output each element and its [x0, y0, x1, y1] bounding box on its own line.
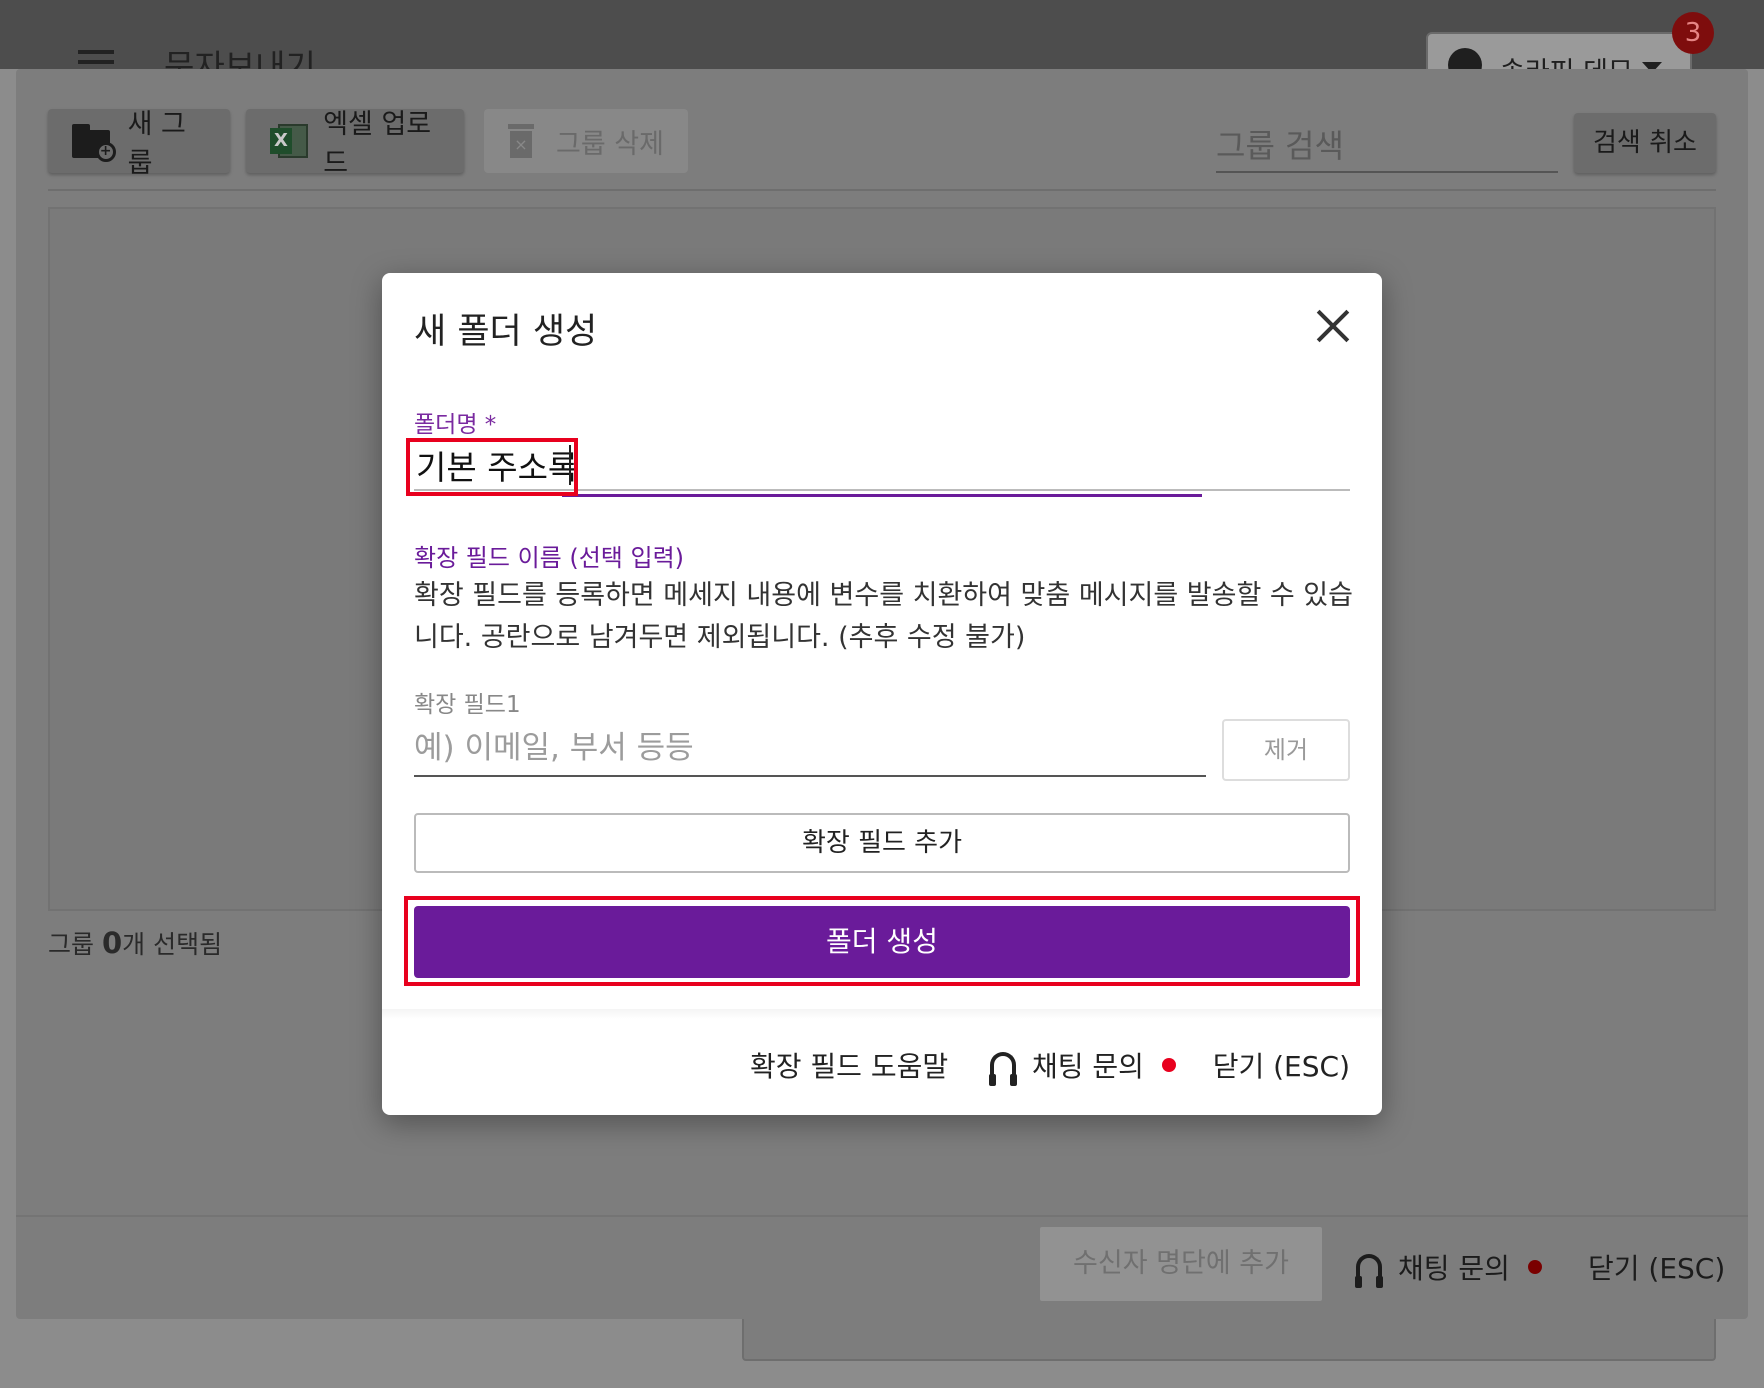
- trash-icon: ×: [508, 124, 534, 158]
- hamburger-menu-icon[interactable]: [78, 50, 114, 64]
- panel-close-button[interactable]: 닫기 (ESC): [1588, 1247, 1725, 1287]
- excel-icon: X: [270, 122, 308, 160]
- selected-count: 그룹 0개 선택됨: [48, 926, 223, 960]
- extension-field-help-link[interactable]: 확장 필드 도움말: [750, 1045, 948, 1085]
- delete-group-button[interactable]: × 그룹 삭제: [484, 109, 688, 173]
- folder-plus-icon: +: [72, 124, 116, 162]
- status-dot: [1161, 1058, 1176, 1072]
- chat-inquiry-label: 채팅 문의: [1032, 1050, 1144, 1083]
- modal-footer-divider: [382, 1009, 1382, 1019]
- extension-field-1-input[interactable]: [414, 721, 1206, 777]
- app-header: 문자보내기 솔라피 데모 3: [0, 0, 1764, 92]
- chat-inquiry-button[interactable]: 채팅 문의: [989, 1045, 1176, 1086]
- modal-close-button[interactable]: 닫기 (ESC): [1213, 1045, 1350, 1085]
- search-cancel-button[interactable]: 검색 취소: [1574, 113, 1716, 173]
- add-recipients-button[interactable]: 수신자 명단에 추가: [1040, 1227, 1322, 1301]
- excel-upload-label: 엑셀 업로드: [323, 109, 432, 179]
- headset-icon: [989, 1052, 1017, 1086]
- group-search-input[interactable]: 그룹 검색: [1216, 117, 1558, 173]
- close-icon[interactable]: [1316, 309, 1350, 343]
- new-group-label: 새 그룹: [127, 109, 186, 179]
- folder-name-label: 폴더명 *: [414, 412, 497, 438]
- toolbar-divider: [48, 189, 1716, 191]
- input-focus-line: [562, 494, 1202, 497]
- extension-field-1-label: 확장 필드1: [414, 692, 521, 718]
- create-folder-button[interactable]: 폴더 생성: [414, 906, 1350, 978]
- delete-group-label: 그룹 삭제: [556, 128, 664, 160]
- remove-field-button[interactable]: 제거: [1222, 719, 1350, 781]
- status-dot: [1527, 1260, 1542, 1274]
- panel-chat-button[interactable]: 채팅 문의: [1355, 1247, 1542, 1288]
- selected-count-number: 0: [101, 926, 123, 960]
- extension-field-title: 확장 필드 이름 (선택 입력): [414, 544, 685, 572]
- highlight-box-input: [406, 438, 578, 496]
- new-folder-modal: 새 폴더 생성 폴더명 * 확장 필드 이름 (선택 입력) 확장 필드를 등록…: [382, 273, 1382, 1115]
- new-group-button[interactable]: + 새 그룹: [48, 109, 230, 179]
- headset-icon: [1355, 1254, 1383, 1288]
- notification-badge[interactable]: 3: [1672, 12, 1714, 54]
- modal-title: 새 폴더 생성: [414, 312, 598, 352]
- panel-footer: 수신자 명단에 추가 채팅 문의 닫기 (ESC): [16, 1215, 1748, 1319]
- background-panel-edge: [742, 1319, 1716, 1361]
- panel-chat-label: 채팅 문의: [1398, 1252, 1510, 1285]
- add-extension-field-button[interactable]: 확장 필드 추가: [414, 813, 1350, 873]
- extension-field-description: 확장 필드를 등록하면 메세지 내용에 변수를 치환하여 맞춤 메시지를 발송할…: [414, 580, 1353, 653]
- excel-upload-button[interactable]: X 엑셀 업로드: [246, 109, 464, 179]
